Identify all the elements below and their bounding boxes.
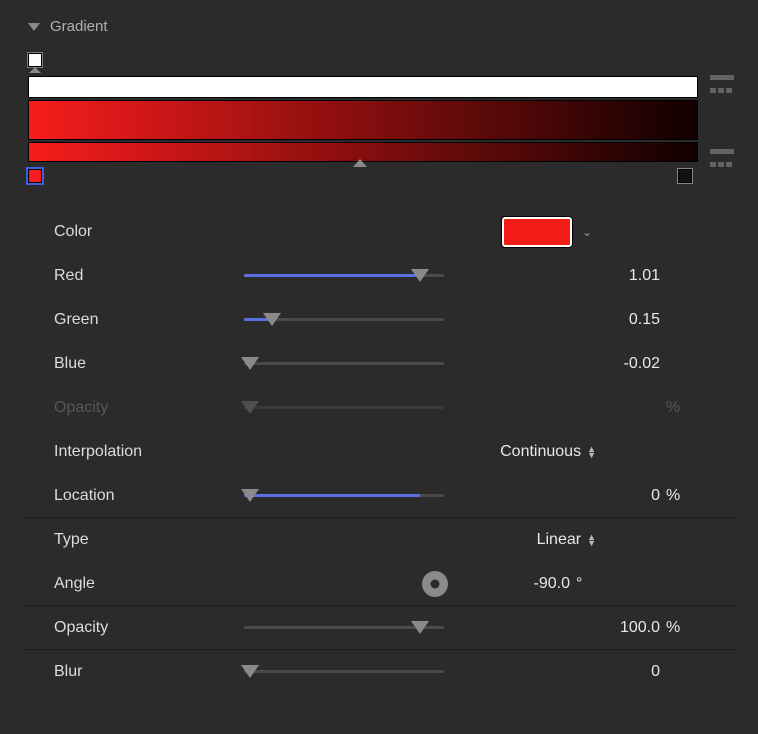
opacity-stop-slider bbox=[244, 399, 444, 417]
slider-thumb-icon[interactable] bbox=[241, 357, 259, 370]
green-slider[interactable] bbox=[244, 311, 444, 329]
angle-label: Angle bbox=[54, 575, 244, 593]
opacity-stop-label: Opacity bbox=[54, 399, 244, 417]
param-row-type: Type Linear ▲▼ bbox=[22, 517, 736, 561]
param-row-blur: Blur 0 bbox=[22, 649, 736, 693]
type-value: Linear bbox=[537, 531, 581, 549]
green-label: Green bbox=[54, 311, 244, 329]
color-stops-rail[interactable] bbox=[28, 167, 692, 189]
blur-slider[interactable] bbox=[244, 663, 444, 681]
type-dropdown[interactable]: Linear ▲▼ bbox=[537, 531, 596, 549]
gradient-midpoint-icon[interactable] bbox=[353, 159, 367, 167]
color-label: Color bbox=[54, 223, 244, 241]
color-stop-right-swatch bbox=[678, 169, 692, 183]
location-label: Location bbox=[54, 487, 244, 505]
red-slider[interactable] bbox=[244, 267, 444, 285]
param-row-opacity: Opacity 100.0 % bbox=[22, 605, 736, 649]
angle-unit: ° bbox=[576, 575, 594, 593]
color-well[interactable] bbox=[502, 217, 572, 247]
location-slider[interactable] bbox=[244, 487, 444, 505]
opacity-stops-rail[interactable] bbox=[28, 53, 692, 71]
gradient-editor bbox=[22, 53, 736, 189]
slider-thumb-icon[interactable] bbox=[241, 489, 259, 502]
green-value[interactable]: 0.15 bbox=[598, 311, 660, 329]
angle-dial[interactable] bbox=[422, 571, 448, 597]
param-row-angle: Angle -90.0 ° bbox=[22, 561, 736, 605]
stepper-icon: ▲▼ bbox=[587, 534, 596, 546]
color-gradient-preview-bar[interactable] bbox=[28, 100, 698, 140]
color-stop-left[interactable] bbox=[28, 169, 42, 183]
slider-thumb-icon[interactable] bbox=[241, 665, 259, 678]
param-row-location: Location 0 % bbox=[22, 473, 736, 517]
param-row-interpolation: Interpolation Continuous ▲▼ bbox=[22, 429, 736, 473]
opacity-unit: % bbox=[666, 619, 684, 637]
param-row-red: Red 1.01 bbox=[22, 253, 736, 297]
red-label: Red bbox=[54, 267, 244, 285]
param-row-opacity-stop: Opacity % bbox=[22, 385, 736, 429]
opacity-stop-swatch bbox=[28, 53, 42, 67]
blur-value[interactable]: 0 bbox=[598, 663, 660, 681]
blur-label: Blur bbox=[54, 663, 244, 681]
color-stop-left-swatch bbox=[28, 169, 42, 183]
slider-thumb-icon[interactable] bbox=[411, 621, 429, 634]
opacity-stop-handle[interactable] bbox=[28, 53, 42, 73]
opacity-value[interactable]: 100.0 bbox=[598, 619, 660, 637]
disclosure-triangle-icon[interactable] bbox=[28, 23, 40, 31]
section-title: Gradient bbox=[50, 18, 108, 35]
stepper-icon: ▲▼ bbox=[587, 446, 596, 458]
param-row-green: Green 0.15 bbox=[22, 297, 736, 341]
chevron-down-icon[interactable]: ⌄ bbox=[582, 225, 592, 239]
type-label: Type bbox=[54, 531, 244, 549]
slider-thumb-icon bbox=[241, 401, 259, 414]
interpolation-value: Continuous bbox=[500, 443, 581, 461]
opacity-label: Opacity bbox=[54, 619, 244, 637]
red-value[interactable]: 1.01 bbox=[598, 267, 660, 285]
slider-thumb-icon[interactable] bbox=[411, 269, 429, 282]
opacity-slider[interactable] bbox=[244, 619, 444, 637]
blue-label: Blue bbox=[54, 355, 244, 373]
location-unit: % bbox=[666, 487, 684, 505]
opacity-gradient-bar[interactable] bbox=[28, 76, 698, 98]
stop-pointer-icon bbox=[29, 67, 41, 73]
blue-slider[interactable] bbox=[244, 355, 444, 373]
blue-value[interactable]: -0.02 bbox=[598, 355, 660, 373]
slider-thumb-icon[interactable] bbox=[263, 313, 281, 326]
interpolation-label: Interpolation bbox=[54, 443, 244, 461]
distribute-opacity-stops-icon[interactable] bbox=[710, 75, 734, 93]
opacity-stop-unit: % bbox=[666, 399, 684, 417]
section-header[interactable]: Gradient bbox=[28, 18, 736, 35]
param-row-color: Color ⌄ bbox=[22, 209, 736, 253]
color-stop-right[interactable] bbox=[678, 169, 692, 183]
param-row-blue: Blue -0.02 bbox=[22, 341, 736, 385]
distribute-color-stops-icon[interactable] bbox=[710, 149, 734, 167]
location-value[interactable]: 0 bbox=[598, 487, 660, 505]
angle-value[interactable]: -90.0 bbox=[508, 575, 570, 593]
interpolation-dropdown[interactable]: Continuous ▲▼ bbox=[500, 443, 596, 461]
